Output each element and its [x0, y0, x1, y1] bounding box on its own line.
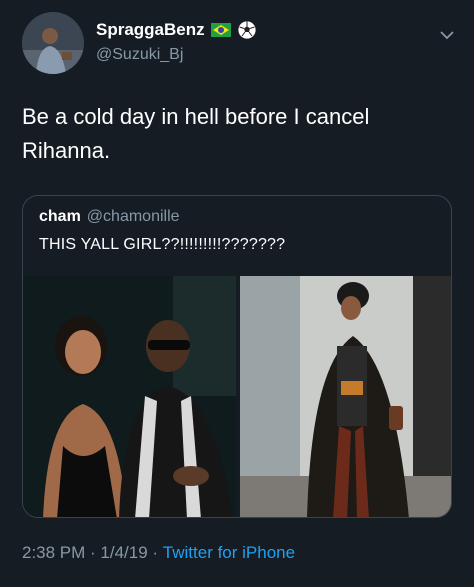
tweet-header: SpraggaBenz @Suzuki_Bj: [22, 12, 462, 76]
quoted-tweet[interactable]: cham @chamonille THIS YALL GIRL??!!!!!!!…: [22, 195, 452, 518]
tweet-time: 2:38 PM: [22, 543, 86, 562]
photo-right[interactable]: [240, 276, 452, 518]
tweet-meta: 2:38 PM · 1/4/19 · Twitter for iPhone: [22, 543, 295, 563]
tweet-source-link[interactable]: Twitter for iPhone: [163, 543, 295, 563]
photo-left[interactable]: [23, 276, 236, 518]
user-handle[interactable]: @Suzuki_Bj: [96, 46, 183, 64]
quoted-display-name: cham: [39, 208, 81, 225]
name-row: SpraggaBenz: [96, 20, 257, 40]
quoted-tweet-header: cham @chamonille: [39, 208, 180, 226]
chevron-down-icon[interactable]: [438, 26, 456, 44]
soccer-ball-icon: [237, 20, 257, 40]
quoted-media[interactable]: [23, 276, 452, 518]
meta-separator: ·: [85, 543, 101, 562]
meta-separator: ·: [147, 543, 163, 562]
tweet-text: Be a cold day in hell before I cancel Ri…: [22, 104, 370, 163]
brazil-flag-icon: [210, 23, 231, 37]
quoted-handle: @chamonille: [86, 208, 180, 225]
avatar[interactable]: [22, 12, 84, 74]
quoted-tweet-text: THIS YALL GIRL??!!!!!!!!!???????: [39, 236, 286, 253]
tweet-date[interactable]: 1/4/19: [100, 543, 147, 563]
display-name[interactable]: SpraggaBenz: [96, 20, 205, 40]
